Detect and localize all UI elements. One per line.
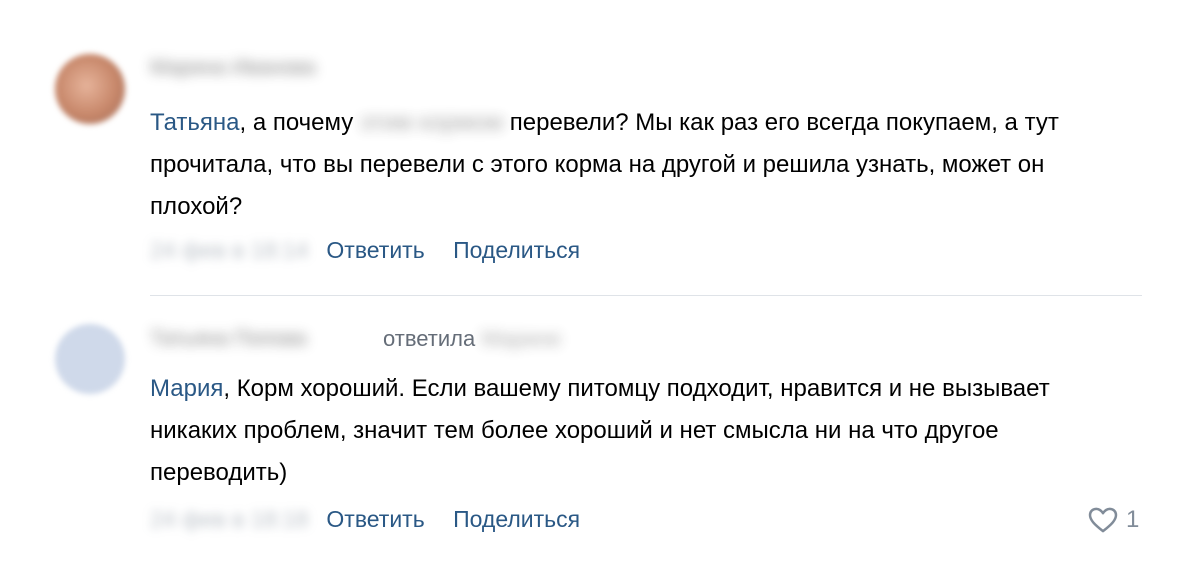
comment-text: Мария, Корм хороший. Если вашему питомцу… [150, 368, 1110, 494]
like-button[interactable]: 1 [1088, 506, 1139, 534]
share-button[interactable]: Поделиться [453, 506, 580, 532]
reply-button[interactable]: Ответить [326, 506, 424, 532]
author-name[interactable]: Марина Иванова [150, 56, 316, 80]
avatar[interactable] [55, 324, 125, 394]
share-button[interactable]: Поделиться [453, 237, 580, 263]
hidden-word: этим кормом [359, 109, 504, 136]
reply-button[interactable]: Ответить [326, 237, 424, 263]
timestamp[interactable]: 24 фев в 18:14 [150, 237, 320, 264]
reply-to-label: ответила [383, 326, 476, 351]
mention-link[interactable]: Татьяна [150, 109, 240, 136]
comment-actions: 24 фев в 18:18 Ответить Поделиться [150, 506, 602, 533]
timestamp[interactable]: 24 фев в 18:18 [150, 506, 320, 533]
comment-text: Татьяна, а почему этим кормом перевели? … [150, 102, 1110, 228]
text-part: , Корм хороший. Если вашему питомцу подх… [150, 375, 1050, 486]
reply-to-name[interactable]: Марине [481, 326, 561, 351]
like-count: 1 [1126, 506, 1140, 533]
comment-actions: 24 фев в 18:14 Ответить Поделиться [150, 237, 602, 264]
avatar[interactable] [55, 54, 125, 124]
reply-to: ответила Марине [383, 326, 561, 352]
mention-link[interactable]: Мария [150, 375, 223, 402]
author-name[interactable]: Татьяна Попова [150, 327, 307, 351]
heart-outline-icon [1088, 507, 1118, 533]
text-part: , а почему [239, 109, 360, 136]
divider [150, 295, 1142, 296]
